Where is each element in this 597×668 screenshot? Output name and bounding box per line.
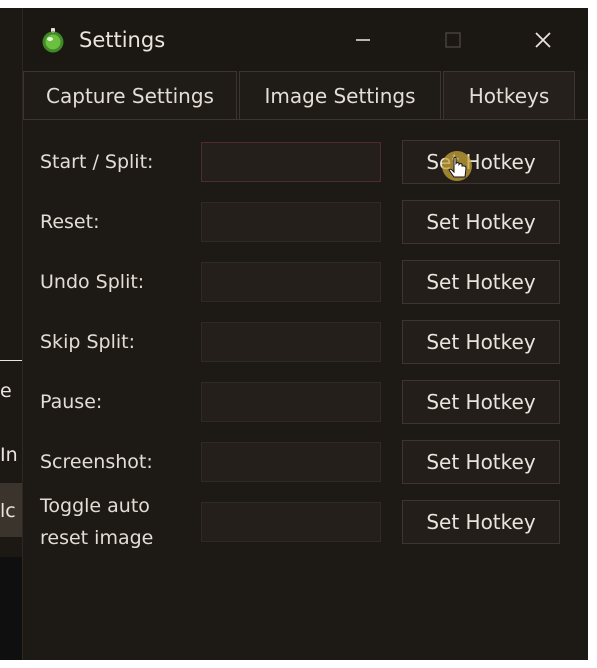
maximize-icon[interactable] <box>433 20 473 60</box>
toggle-auto-reset-image-hotkey-field[interactable] <box>201 502 381 542</box>
settings-window: Settings Capture Settings Image Settings… <box>22 8 588 660</box>
background-text: lc <box>0 500 16 522</box>
set-toggle-auto-reset-image-hotkey-button[interactable]: Set Hotkey <box>402 500 560 544</box>
screenshot-hotkey-field[interactable] <box>201 442 381 482</box>
set-start-split-hotkey-button[interactable]: Set Hotkey <box>402 140 560 184</box>
hotkey-label: Undo Split: <box>40 271 145 293</box>
hotkey-row-reset: Reset: Set Hotkey <box>23 198 588 246</box>
hotkey-row-pause: Pause: Set Hotkey <box>23 378 588 426</box>
hotkey-label: Start / Split: <box>40 151 154 173</box>
hotkey-label: Toggle auto reset image <box>40 495 154 549</box>
background-panel <box>0 557 22 660</box>
screen: e In lc Settings Capture Settings Image … <box>0 0 597 668</box>
start-split-hotkey-field[interactable] <box>201 142 381 182</box>
hotkey-label: Screenshot: <box>40 451 153 473</box>
hotkeys-panel: Start / Split: Set Hotkey Reset: Set Hot… <box>23 120 588 660</box>
set-screenshot-hotkey-button[interactable]: Set Hotkey <box>402 440 560 484</box>
title-bar[interactable]: Settings <box>23 8 588 71</box>
background-text: In <box>0 444 18 466</box>
window-title: Settings <box>79 28 166 52</box>
reset-hotkey-field[interactable] <box>201 202 381 242</box>
hotkey-row-skip-split: Skip Split: Set Hotkey <box>23 318 588 366</box>
hotkey-label: Skip Split: <box>40 331 135 353</box>
background-selected-row: lc <box>0 483 22 537</box>
set-skip-split-hotkey-button[interactable]: Set Hotkey <box>402 320 560 364</box>
background-text: e <box>0 380 12 402</box>
tab-capture-settings[interactable]: Capture Settings <box>23 71 237 119</box>
hotkey-row-toggle-auto-reset-image: Toggle auto reset image Set Hotkey <box>23 495 588 549</box>
hotkey-label: Pause: <box>40 391 103 413</box>
skip-split-hotkey-field[interactable] <box>201 322 381 362</box>
app-logo-icon <box>42 28 64 53</box>
hotkey-row-undo-split: Undo Split: Set Hotkey <box>23 258 588 306</box>
minimize-icon[interactable] <box>343 20 383 60</box>
tab-hotkeys[interactable]: Hotkeys <box>443 71 575 119</box>
tab-image-settings[interactable]: Image Settings <box>239 71 441 119</box>
hotkey-label: Reset: <box>40 211 100 233</box>
background-app: e In lc <box>0 8 22 660</box>
set-reset-hotkey-button[interactable]: Set Hotkey <box>402 200 560 244</box>
pause-hotkey-field[interactable] <box>201 382 381 422</box>
tab-bar: Capture Settings Image Settings Hotkeys <box>23 71 588 121</box>
background-divider <box>0 360 22 361</box>
undo-split-hotkey-field[interactable] <box>201 262 381 302</box>
set-undo-split-hotkey-button[interactable]: Set Hotkey <box>402 260 560 304</box>
close-icon[interactable] <box>523 20 563 60</box>
set-pause-hotkey-button[interactable]: Set Hotkey <box>402 380 560 424</box>
hotkey-row-start-split: Start / Split: Set Hotkey <box>23 138 588 186</box>
hand-cursor-icon <box>442 151 472 181</box>
hotkey-row-screenshot: Screenshot: Set Hotkey <box>23 438 588 486</box>
